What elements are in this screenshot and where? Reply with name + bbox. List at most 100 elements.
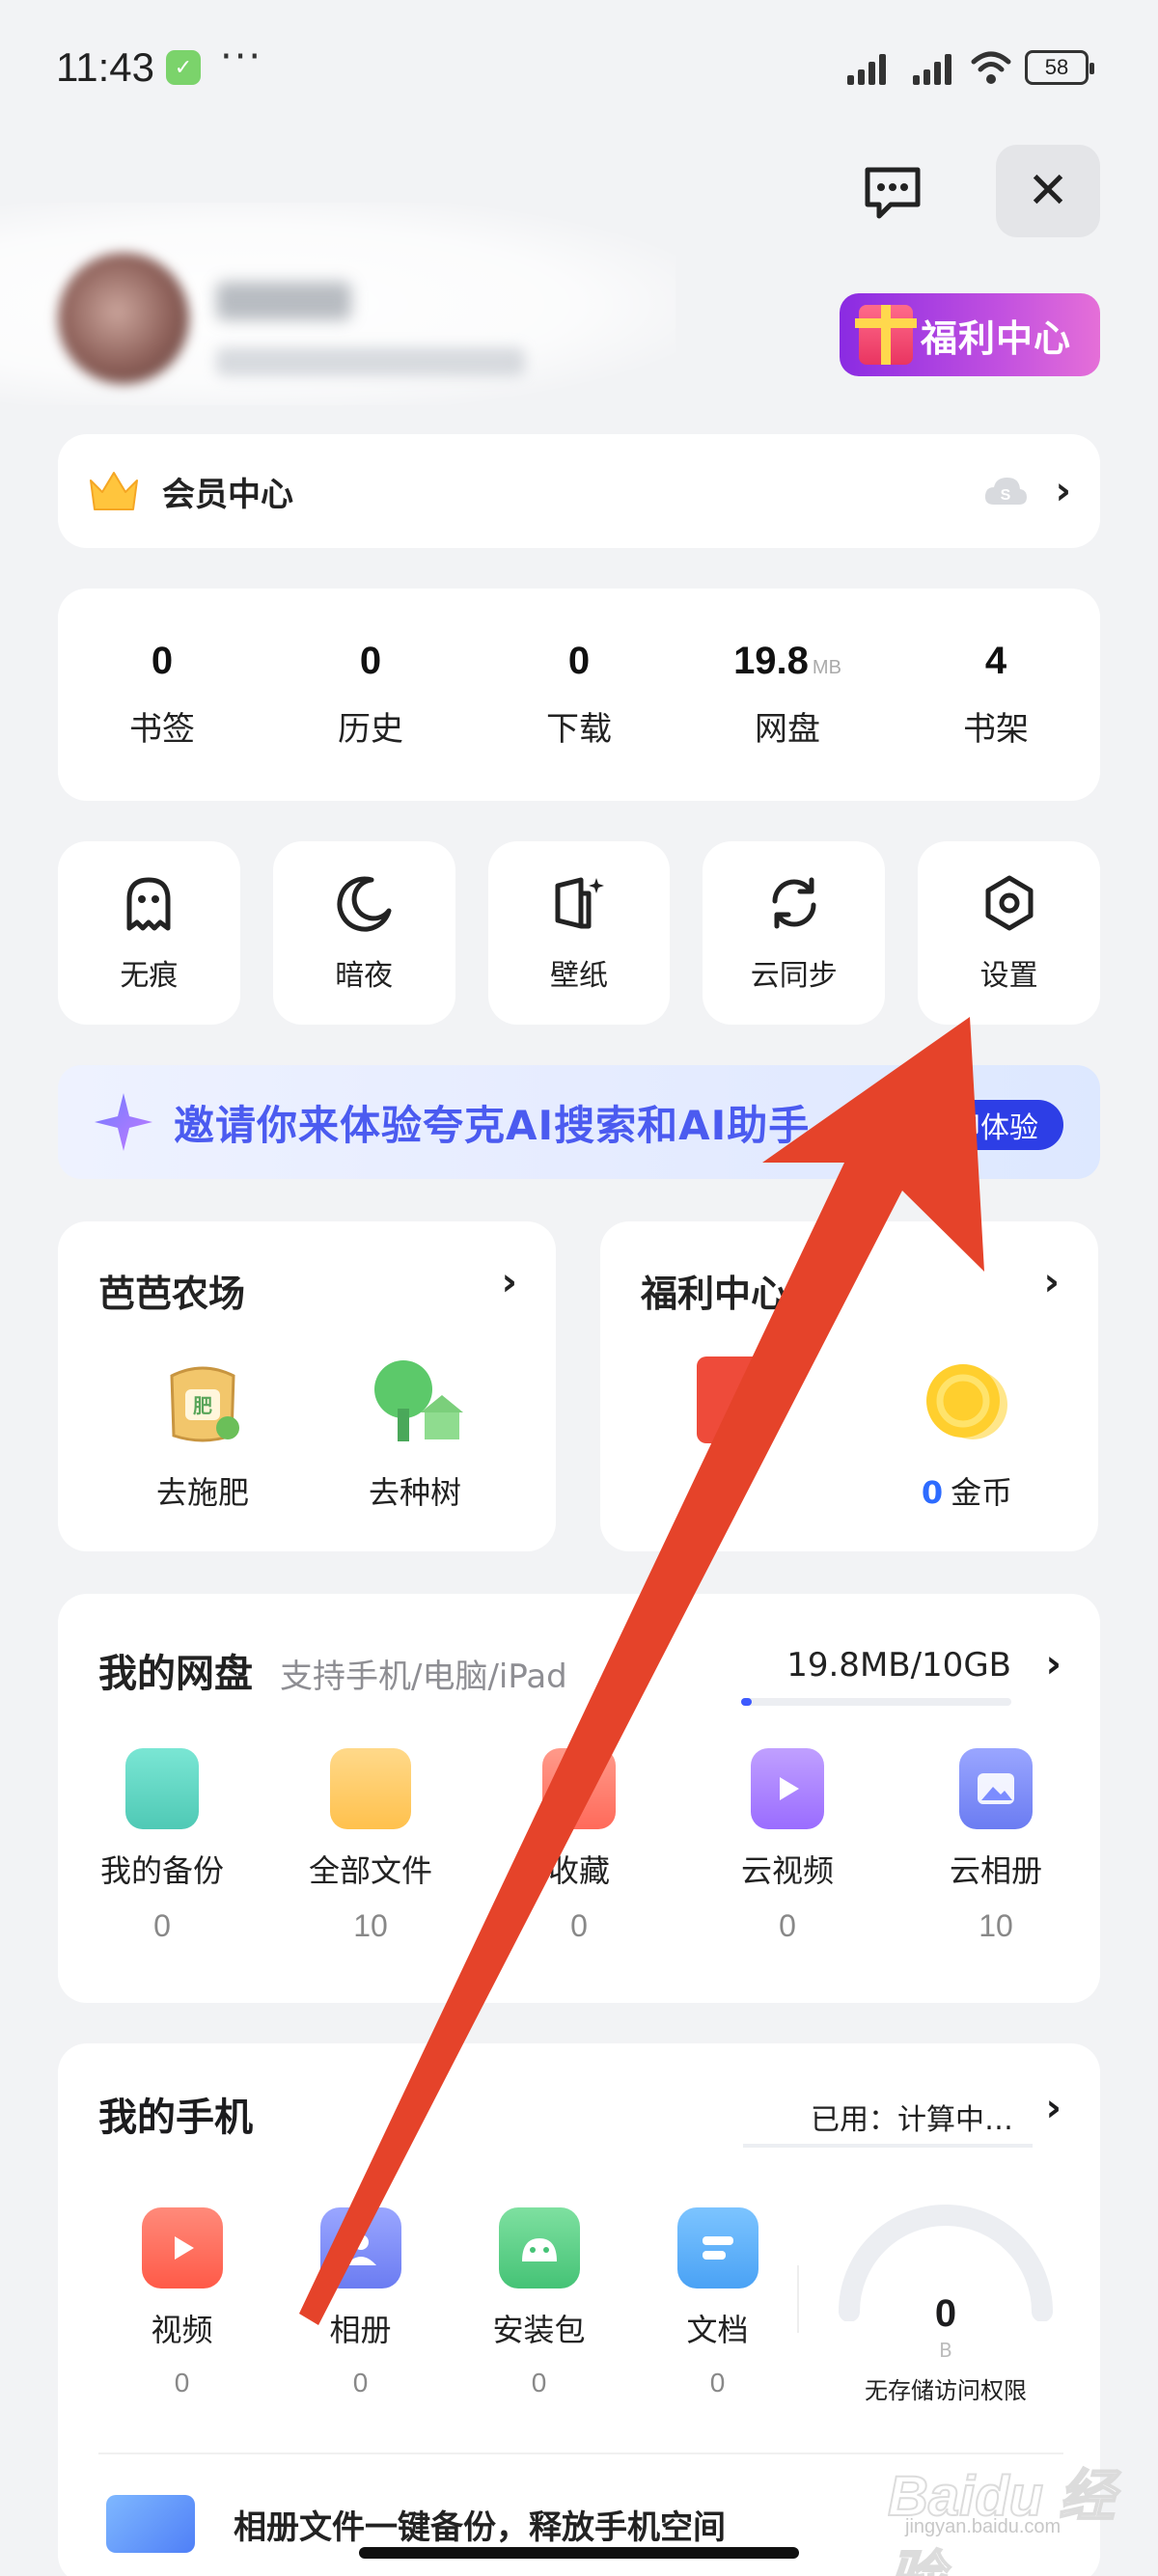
disk-item-label: 收藏 <box>547 1852 610 1889</box>
moon-icon <box>337 876 392 932</box>
wallpaper-icon <box>555 877 604 929</box>
disk-item-count: 10 <box>353 1908 388 1943</box>
tool-label: 云同步 <box>750 959 838 993</box>
close-icon: ✕ <box>1027 162 1069 220</box>
coins-item[interactable]: 0 金币 <box>880 1357 1054 1513</box>
cloud-disk-usage[interactable]: 19.8MB/10GB <box>786 1646 1011 1685</box>
settings-icon <box>985 875 1034 931</box>
cloud-disk-subtitle: 支持手机/电脑/iPad <box>280 1658 567 1696</box>
storage-progress-fill <box>741 1698 753 1706</box>
tool-settings[interactable]: 设置 <box>918 841 1100 1025</box>
ai-banner-text: 邀请你来体验夸克AI搜索和AI助手 <box>174 1101 811 1149</box>
chevron-right-icon: › <box>1043 1260 1060 1304</box>
disk-item-backup[interactable]: 我的备份 0 <box>58 1748 266 1944</box>
document-icon <box>676 2207 758 2288</box>
close-button[interactable]: ✕ <box>996 145 1100 237</box>
plant-tree-label: 去种树 <box>368 1474 461 1511</box>
tool-label: 暗夜 <box>335 959 394 993</box>
disk-item-label: 云相册 <box>949 1852 1042 1889</box>
stat-history[interactable]: 0 历史 <box>266 589 475 801</box>
backup-thumbnail <box>106 2495 195 2553</box>
welfare-center-card[interactable]: 福利中心 › 0 金币 <box>600 1221 1098 1551</box>
try-now-button[interactable]: 立即体验 <box>897 1100 1063 1150</box>
phone-item-label: 文档 <box>686 2312 749 2348</box>
stat-bookshelf[interactable]: 4 书架 <box>892 589 1100 801</box>
fertilizer-bag-icon: 肥 <box>170 1366 239 1442</box>
red-packet-item[interactable] <box>648 1357 822 1443</box>
welfare-center-label: 福利中心 <box>921 316 1072 360</box>
my-phone-title[interactable]: 我的手机 <box>98 2086 253 2142</box>
signal-icon <box>847 52 886 85</box>
plant-tree-item[interactable]: 去种树 <box>328 1357 502 1513</box>
tool-label: 壁纸 <box>549 959 608 993</box>
disk-item-all-files[interactable]: 全部文件 10 <box>266 1748 475 1944</box>
more-notifications-icon: ··· <box>220 35 263 79</box>
message-icon <box>865 167 921 219</box>
disk-item-favorites[interactable]: 收藏 0 <box>475 1748 683 1944</box>
phone-item-count: 0 <box>709 2368 726 2398</box>
disk-item-count: 0 <box>570 1908 588 1943</box>
gauge-unit: B <box>939 2339 952 2362</box>
chevron-right-icon[interactable]: › <box>1046 2086 1062 2130</box>
stat-bookmarks[interactable]: 0 书签 <box>58 589 266 801</box>
home-indicator[interactable] <box>359 2547 799 2559</box>
storage-permission-notice[interactable]: 无存储访问权限 <box>811 2371 1081 2405</box>
tool-cloud-sync[interactable]: 云同步 <box>703 841 886 1025</box>
disk-item-label: 云视频 <box>740 1852 834 1889</box>
stat-downloads[interactable]: 0 下载 <box>475 589 683 801</box>
stat-unit: MB <box>812 657 841 678</box>
avatar[interactable] <box>58 253 189 384</box>
cloud-s-icon: S <box>984 478 1027 505</box>
phone-item-label: 安装包 <box>492 2312 586 2348</box>
phone-item-count: 0 <box>531 2368 547 2398</box>
fertilize-item[interactable]: 肥 去施肥 <box>116 1357 290 1513</box>
status-time: 11:43 <box>56 44 154 90</box>
welfare-center-button[interactable]: 福利中心 <box>840 293 1100 376</box>
cloud-video-icon <box>751 1748 824 1829</box>
album-backup-row[interactable]: 相册文件一键备份，释放手机空间 <box>106 2495 726 2553</box>
tool-incognito[interactable]: 无痕 <box>58 841 240 1025</box>
disk-item-cloud-video[interactable]: 云视频 0 <box>683 1748 892 1944</box>
phone-item-apk[interactable]: 安装包 0 <box>450 2207 628 2398</box>
storage-gauge[interactable]: 0 B <box>830 2186 1062 2379</box>
disk-item-cloud-album[interactable]: 云相册 10 <box>892 1748 1100 1944</box>
ai-invite-banner[interactable]: 邀请你来体验夸克AI搜索和AI助手 立即体验 <box>58 1065 1100 1179</box>
chevron-right-icon[interactable]: › <box>1046 1642 1062 1686</box>
tool-dark-mode[interactable]: 暗夜 <box>272 841 455 1025</box>
phone-item-album[interactable]: 相册 0 <box>271 2207 450 2398</box>
phone-storage-used[interactable]: 已用：计算中… <box>811 2096 1013 2138</box>
tree-icon <box>374 1360 463 1441</box>
fertilize-label: 去施肥 <box>155 1474 249 1511</box>
baba-farm-card[interactable]: 芭芭农场 › 肥 去施肥 去种树 <box>58 1221 556 1551</box>
user-id-blurred <box>216 347 525 376</box>
disk-item-count: 0 <box>153 1908 171 1943</box>
signal-icon <box>913 52 951 85</box>
disk-item-label: 全部文件 <box>308 1852 432 1889</box>
stat-label: 网盘 <box>755 710 820 749</box>
message-button[interactable] <box>849 154 936 232</box>
stat-label: 下载 <box>546 710 612 749</box>
album-backup-text: 相册文件一键备份，释放手机空间 <box>234 2507 726 2547</box>
tool-label: 无痕 <box>120 959 179 993</box>
tool-wallpaper[interactable]: 壁纸 <box>487 841 671 1025</box>
stat-label: 书架 <box>963 710 1029 749</box>
phone-item-docs[interactable]: 文档 0 <box>628 2207 807 2398</box>
baidu-watermark: Baidu 经验 <box>887 2464 1116 2576</box>
sync-icon <box>772 877 816 929</box>
stat-value: 0 <box>359 640 382 682</box>
stat-value: 0 <box>567 640 591 682</box>
coin-count: 0 <box>921 1474 944 1511</box>
shield-icon: ✓ <box>166 50 201 85</box>
phone-items: 视频 0 相册 0 安装包 0 文档 0 <box>93 2207 807 2398</box>
folder-icon <box>330 1748 411 1829</box>
username-blurred[interactable] <box>216 282 351 320</box>
stat-cloud-disk[interactable]: 19.8 MB 网盘 <box>683 589 892 801</box>
member-center-row[interactable]: 会员中心 S › <box>58 434 1100 548</box>
phone-storage-bar <box>743 2144 1033 2148</box>
phone-item-label: 相册 <box>329 2312 392 2348</box>
cloud-disk-items: 我的备份 0 全部文件 10 收藏 0 云视频 0 云相册 10 <box>58 1748 1100 1944</box>
cloud-disk-title[interactable]: 我的网盘 <box>98 1642 253 1698</box>
welfare-title: 福利中心 <box>641 1273 788 1315</box>
phone-item-video[interactable]: 视频 0 <box>93 2207 271 2398</box>
stat-value: 4 <box>984 640 1007 682</box>
